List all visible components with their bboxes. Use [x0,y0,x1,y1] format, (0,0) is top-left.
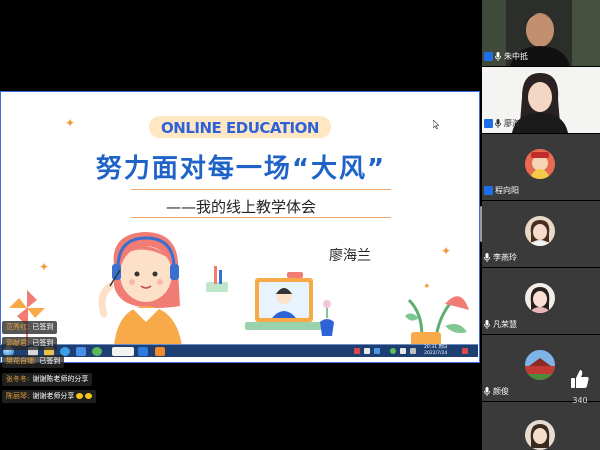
user-icon [484,186,493,195]
chat-text: 已签到 [32,339,54,347]
chat-overlay: 范秀红: 已签到 郭献君: 已签到 樊花自铺: 已签到 张冬冬: 谢谢陈老师的分享 陈丽… [0,318,200,408]
microphone-icon [484,253,490,262]
participant-name: 朱中抵 [504,52,528,61]
user-icon [484,52,493,61]
clap-emoji-icon [76,393,84,399]
participant-tile[interactable]: 李燕玲 [482,201,600,267]
slide-subtitle: ——我的线上教学体会 [165,198,316,216]
participant-avatar [525,149,555,179]
participant-avatar [525,283,555,313]
subtitle-divider-top [131,189,391,190]
slide-title: 努力面对每一场“大风” [95,154,387,184]
microphone-icon [495,52,501,61]
participant-label: 颜俊 [484,386,509,397]
participant-name: 程向阳 [495,186,519,195]
participant-tile[interactable]: 程向阳 [482,134,600,200]
chat-message: 张冬冬: 谢谢陈老师的分享 [2,373,93,386]
clap-emoji-icon [85,393,93,399]
chat-text: 谢谢陈老师的分享 [32,375,89,383]
like-count: 340 [572,396,588,405]
participant-name: 李燕玲 [493,253,517,262]
microphone-icon [484,387,490,396]
participant-tile[interactable]: 朱中抵 [482,0,600,66]
taskbar-clock-date: 2022/7/24 [424,351,448,356]
microphone-icon [484,320,490,329]
subtitle-divider-bottom [131,217,391,218]
like-button[interactable]: 340 [566,366,594,406]
sparkle-icon: ✦ [65,116,76,130]
participant-name: 凡荣慧 [493,320,517,329]
tray-icon [390,348,396,354]
participant-avatar [525,420,555,450]
taskbar-clock: 20:31 周日 2022/7/24 [424,345,447,357]
tray-icon [410,348,416,354]
meeting-window: ONLINE EDUCATION 努力面对每一场“大风” ——我的线上教学体会 … [0,0,600,450]
thumbs-up-icon [571,370,589,388]
vase-illustration [320,300,334,336]
participant-name: 廖海兰 [504,119,528,128]
chat-sender: 樊花自铺: [6,357,37,365]
mouse-cursor-icon [433,120,439,129]
participant-avatar [525,216,555,246]
participant-label: 凡荣慧 [484,319,517,330]
sparkle-icon: ✦ [441,244,452,258]
chat-text: 已签到 [39,357,61,365]
chat-message: 范秀红: 已签到 [2,321,58,334]
chat-sender: 陈丽琴: [6,392,30,400]
participant-tile[interactable] [482,402,600,450]
participant-name: 颜俊 [493,387,509,396]
participant-list: 朱中抵 廖海兰 程向阳 李燕玲 凡荣慧 颜俊 340 [482,0,600,450]
participant-label: 廖海兰 [484,118,528,129]
slide-presenter: 廖海兰 [329,248,371,264]
tray-icon [400,348,406,354]
participant-label: 程向阳 [484,185,519,196]
tray-icon [354,348,360,354]
participant-label: 李燕玲 [484,252,517,263]
user-icon [484,119,493,128]
sparkle-icon: ✦ [39,260,50,274]
tray-icon [364,348,370,354]
participant-avatar [525,350,555,380]
chat-message: 郭献君: 已签到 [2,337,58,350]
chat-text: 已签到 [32,323,54,331]
participant-tile[interactable]: 廖海兰 [482,67,600,133]
chat-sender: 范秀红: [6,323,30,331]
slide-banner-text: ONLINE EDUCATION [161,119,319,137]
chat-sender: 郭献君: [6,339,30,347]
microphone-icon [495,119,501,128]
participant-label: 朱中抵 [484,51,528,62]
tray-icon [462,348,468,354]
chat-message: 陈丽琴: 谢谢老师分享 [2,390,97,403]
participant-tile[interactable]: 凡荣慧 [482,268,600,334]
chat-message: 樊花自铺: 已签到 [2,355,65,368]
tray-icon [374,348,380,354]
chat-text: 谢谢老师分享 [32,392,75,400]
chat-sender: 张冬冬: [6,375,30,383]
plant-illustration [405,296,469,346]
